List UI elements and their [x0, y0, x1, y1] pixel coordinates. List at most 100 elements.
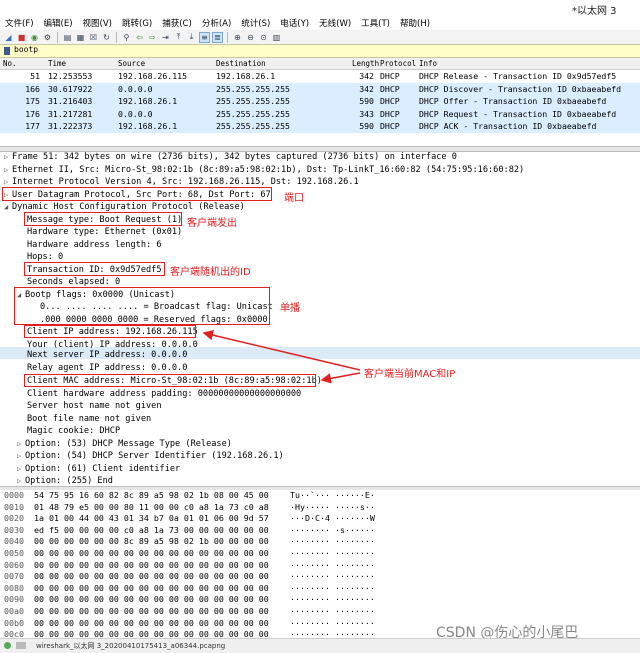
packet-length: 590 [359, 121, 374, 131]
menu-edit[interactable]: 编辑(E) [39, 16, 78, 30]
bytes-ascii[interactable]: ········ ········ [290, 606, 375, 618]
column-header-destination[interactable]: Destination [216, 59, 266, 68]
packet-info: DHCP Request - Transaction ID 0xbaeabefd [419, 108, 617, 119]
bytes-hex[interactable]: 00 00 00 00 00 00 00 00 00 00 00 00 00 0… [34, 594, 269, 606]
packet-no: 51 [30, 71, 40, 81]
colorize-icon[interactable]: ≣ [212, 31, 223, 43]
bytes-ascii[interactable]: ········ ········ [290, 560, 375, 572]
open-file-icon[interactable]: ▤ [62, 32, 73, 43]
capture-file-properties-icon[interactable] [16, 642, 26, 649]
first-packet-icon[interactable]: ⤒ [173, 32, 184, 43]
menu-telephony[interactable]: 电话(Y) [275, 16, 314, 30]
zoom-in-icon[interactable]: ⊕ [232, 32, 243, 43]
menu-file[interactable]: 文件(F) [0, 16, 39, 30]
find-icon[interactable]: ⚲ [121, 32, 132, 43]
packet-protocol: DHCP [380, 96, 400, 106]
packet-no: 166 [25, 83, 40, 94]
packet-destination: 192.168.26.1 [216, 71, 276, 81]
display-filter-bar: bootp [0, 44, 640, 58]
autoscroll-icon[interactable]: ≡ [199, 31, 210, 43]
close-file-icon[interactable]: ☒ [88, 32, 99, 43]
save-icon[interactable]: ▦ [75, 32, 86, 43]
menu-analyze[interactable]: 分析(A) [197, 16, 236, 30]
packet-list-header: No. Time Source Destination Length Proto… [0, 58, 640, 70]
packet-destination: 255.255.255.255 [216, 96, 290, 106]
packet-row[interactable]: 177 31.222373 192.168.26.1 255.255.255.2… [0, 120, 640, 133]
bytes-offset: 00c0 [4, 629, 24, 638]
bytes-hex[interactable]: 00 00 00 00 00 00 00 00 00 00 00 00 00 0… [34, 571, 269, 583]
packet-row[interactable]: 175 31.216403 192.168.26.1 255.255.255.2… [0, 95, 640, 108]
bytes-hex[interactable]: 00 00 00 00 00 00 8c 89 a5 98 02 1b 00 0… [34, 536, 269, 548]
column-header-info[interactable]: Info [419, 59, 437, 68]
packet-details-pane: ▷ Frame 51: 342 bytes on wire (2736 bits)… [0, 151, 640, 486]
bytes-hex[interactable]: 00 00 00 00 00 00 00 00 00 00 00 00 00 0… [34, 548, 269, 560]
menu-capture[interactable]: 捕获(C) [157, 16, 197, 30]
restart-icon[interactable]: ◉ [29, 32, 40, 43]
resize-columns-icon[interactable]: ▥ [271, 32, 282, 43]
bytes-hex[interactable]: 00 00 00 00 00 00 00 00 00 00 00 00 00 0… [34, 629, 269, 638]
menu-statistics[interactable]: 统计(S) [236, 16, 275, 30]
column-header-protocol[interactable]: Protocol [380, 59, 416, 68]
packet-time: 31.222373 [48, 121, 93, 131]
packet-row[interactable]: 176 31.217281 0.0.0.0 255.255.255.255 34… [0, 107, 640, 120]
bytes-ascii[interactable]: ········ ·s······ [290, 525, 375, 537]
column-header-length[interactable]: Length [352, 59, 379, 68]
arrow-to-client-mac [320, 372, 361, 384]
bytes-hex[interactable]: 00 00 00 00 00 00 00 00 00 00 00 00 00 0… [34, 618, 269, 630]
bytes-hex[interactable]: 54 75 95 16 60 82 8c 89 a5 98 02 1b 08 0… [34, 490, 269, 502]
display-filter-input[interactable]: bootp [14, 45, 38, 54]
packet-destination: 255.255.255.255 [216, 83, 290, 94]
column-header-no[interactable]: No. [3, 59, 17, 68]
packet-info: DHCP Offer - Transaction ID 0xbaeabefd [419, 96, 607, 106]
bytes-ascii[interactable]: ········ ········ [290, 548, 375, 560]
menu-tools[interactable]: 工具(T) [356, 16, 395, 30]
packet-row[interactable]: 166 30.617922 0.0.0.0 255.255.255.255 34… [0, 82, 640, 95]
bytes-ascii[interactable]: ········ ········ [290, 571, 375, 583]
bytes-ascii[interactable]: ···D·C·4 ·······W [290, 513, 375, 525]
bytes-ascii[interactable]: ········ ········ [290, 618, 375, 630]
bytes-ascii[interactable]: ·Hy····· ·····s·· [290, 502, 375, 514]
bytes-ascii[interactable]: ········ ········ [290, 629, 375, 638]
bytes-ascii[interactable]: ········ ········ [290, 583, 375, 595]
last-packet-icon[interactable]: ⤓ [186, 32, 197, 43]
packet-time: 30.617922 [48, 83, 93, 94]
goto-packet-icon[interactable]: ⇥ [160, 32, 171, 43]
packet-length: 590 [359, 96, 374, 106]
bytes-ascii[interactable]: ········ ········ [290, 594, 375, 606]
zoom-out-icon[interactable]: ⊖ [245, 32, 256, 43]
status-file-name: wireshark_以太网 3_20200410175413_a06344.pc… [36, 642, 226, 650]
bytes-hex[interactable]: ed f5 00 00 00 00 c0 a8 1a 73 00 00 00 0… [34, 525, 269, 537]
back-arrow-icon[interactable]: ⇦ [134, 32, 145, 43]
shark-fin-start-icon[interactable]: ◢ [3, 32, 14, 43]
packet-time: 31.217281 [48, 108, 93, 119]
packet-length: 342 [359, 83, 374, 94]
bytes-hex[interactable]: 1a 01 00 44 00 43 01 34 b7 0a 01 01 06 0… [34, 513, 269, 525]
packet-source: 192.168.26.1 [118, 121, 178, 131]
bytes-hex[interactable]: 00 00 00 00 00 00 00 00 00 00 00 00 00 0… [34, 560, 269, 572]
reload-icon[interactable]: ↻ [101, 32, 112, 43]
forward-arrow-icon[interactable]: ⇨ [147, 32, 158, 43]
bookmark-filter-icon[interactable] [4, 47, 10, 55]
packet-no: 175 [25, 96, 40, 106]
packet-destination: 255.255.255.255 [216, 108, 290, 119]
column-header-time[interactable]: Time [48, 59, 66, 68]
menu-help[interactable]: 帮助(H) [395, 16, 435, 30]
bytes-ascii[interactable]: Tu··`··· ······E· [290, 490, 375, 502]
menu-view[interactable]: 视图(V) [78, 16, 117, 30]
menu-wireless[interactable]: 无线(W) [314, 16, 356, 30]
bytes-hex[interactable]: 00 00 00 00 00 00 00 00 00 00 00 00 00 0… [34, 583, 269, 595]
status-ready-icon[interactable] [4, 642, 11, 649]
bytes-ascii[interactable]: ········ ········ [290, 536, 375, 548]
column-header-source[interactable]: Source [118, 59, 145, 68]
bytes-hex[interactable]: 01 48 79 e5 00 00 80 11 00 00 c0 a8 1a 7… [34, 502, 269, 514]
packet-info: DHCP Release - Transaction ID 0x9d57edf5 [419, 71, 617, 81]
zoom-reset-icon[interactable]: ⊙ [258, 32, 269, 43]
annotation-arrows [202, 329, 361, 384]
packet-source: 0.0.0.0 [118, 83, 153, 94]
options-gear-icon[interactable]: ⚙ [42, 32, 53, 43]
arrow-to-client-ip [202, 329, 361, 371]
menu-go[interactable]: 跳转(G) [117, 16, 157, 30]
stop-icon[interactable]: ■ [16, 32, 27, 43]
packet-row[interactable]: 51 12.253553 192.168.26.115 192.168.26.1… [0, 70, 640, 83]
bytes-hex[interactable]: 00 00 00 00 00 00 00 00 00 00 00 00 00 0… [34, 606, 269, 618]
